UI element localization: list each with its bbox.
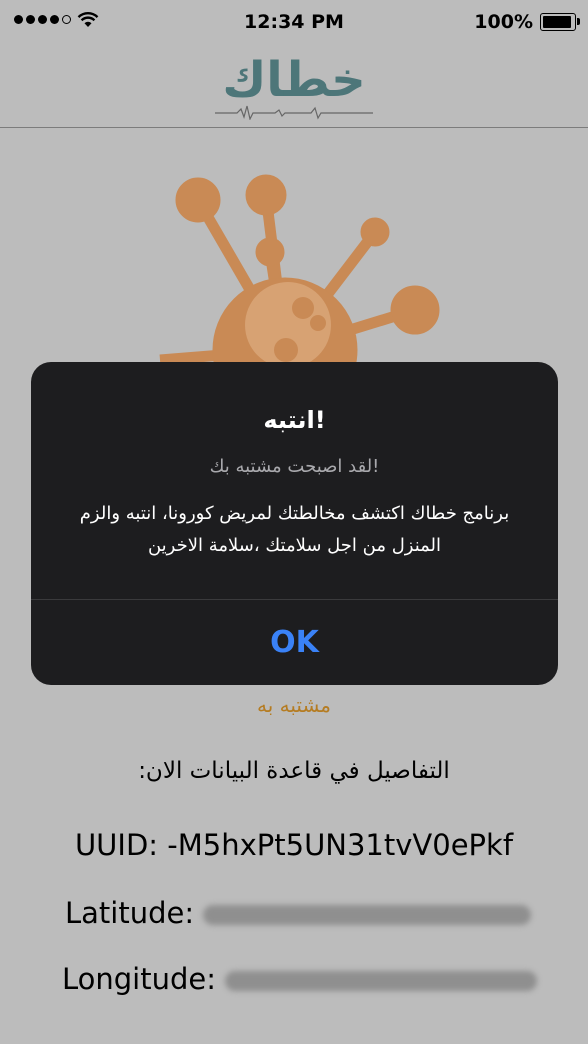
latitude-value-redacted	[203, 905, 532, 925]
longitude-label: Longitude:	[62, 962, 217, 996]
alert-title: !انتبه	[263, 406, 326, 434]
heartbeat-line-icon	[215, 105, 373, 120]
latitude-label: Latitude:	[65, 896, 195, 930]
nav-bar: خطاك	[0, 42, 588, 128]
status-bar: 12:34 PM 100%	[0, 0, 588, 42]
suspect-status-label: مشتبه به	[257, 693, 331, 717]
battery-percent: 100%	[474, 11, 533, 33]
alert-dialog: !انتبه !لقد اصبحت مشتبه بك برنامج خطاك ا…	[31, 362, 558, 685]
longitude-value-redacted	[225, 971, 538, 991]
virus-icon	[159, 174, 440, 370]
database-details-label: التفاصيل في قاعدة البيانات الان:	[138, 758, 450, 784]
longitude-row: Longitude:	[62, 962, 538, 996]
battery-icon	[540, 13, 580, 31]
alert-subtitle: !لقد اصبحت مشتبه بك	[209, 456, 380, 477]
uuid-label: UUID: -M5hxPt5UN31tvV0ePkf	[74, 828, 514, 862]
latitude-row: Latitude:	[65, 896, 532, 930]
ok-button[interactable]: OK	[31, 600, 558, 685]
alert-message: برنامج خطاك اكتشف مخالطتك لمريض كورونا، …	[79, 503, 510, 556]
app-logo: خطاك	[222, 52, 366, 108]
